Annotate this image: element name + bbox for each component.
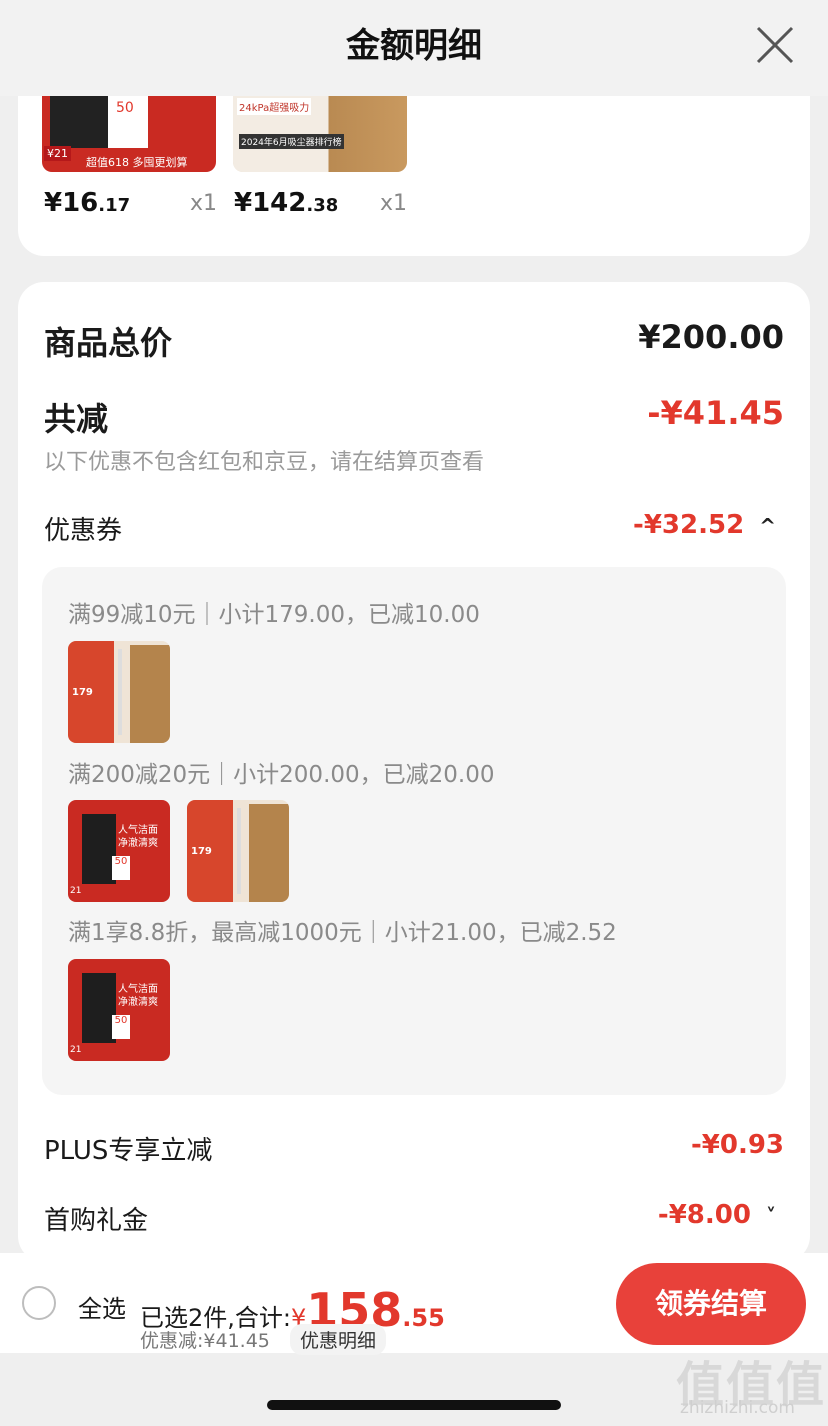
price-text: 21	[70, 1045, 82, 1055]
total-decimal: .55	[402, 1304, 445, 1332]
modal-header: 金额明细	[0, 0, 828, 96]
chevron-down-icon: ˅	[766, 1204, 776, 1228]
coupon-rule: 满99减10元｜小计179.00，已减10.00	[68, 602, 480, 628]
product-price: ¥16.17	[44, 188, 131, 218]
coupon-rule: 满1享8.8折，最高减1000元｜小计21.00，已减2.52	[68, 920, 617, 946]
discount-detail-button[interactable]: 优惠明细	[290, 1324, 387, 1355]
product-qty: x1	[380, 191, 408, 216]
checkout-button[interactable]: 领券结算	[616, 1263, 806, 1345]
coupon-product-cleanser[interactable]: 人气洁面 净澈清爽 50 21	[68, 959, 170, 1061]
coupon-product-vacuum[interactable]: 179	[187, 800, 289, 902]
total-value: ¥200.00	[638, 318, 784, 356]
footer-text: 超值618 多囤更划算	[86, 156, 188, 169]
first-gift-toggle[interactable]: -¥8.00 ˅	[658, 1200, 776, 1230]
badge-text: 50	[112, 1015, 130, 1039]
coupon-label: 优惠券	[44, 516, 123, 546]
chevron-up-icon: ^	[759, 514, 776, 538]
total-label: 商品总价	[44, 324, 173, 362]
price-detail-card: 商品总价 ¥200.00 共减 -¥41.45 以下优惠不包含红包和京豆，请在结…	[18, 282, 810, 1262]
feature-text: 24kPa超强吸力	[237, 98, 312, 115]
close-icon[interactable]	[754, 24, 796, 66]
badge-text: 50	[116, 100, 134, 116]
coupon-product-cleanser[interactable]: 人气洁面 净澈清爽 50 21	[68, 800, 170, 902]
select-all-checkbox[interactable]	[22, 1286, 56, 1320]
product-qty: x1	[190, 191, 218, 216]
price-text: 21	[70, 886, 82, 896]
reduce-label: 共减	[44, 400, 109, 438]
coupon-breakdown: 满99减10元｜小计179.00，已减10.00 179 满200减20元｜小计…	[42, 567, 786, 1095]
first-gift-label: 首购礼金	[44, 1206, 149, 1236]
product-card: 50 ¥21 超值618 多囤更划算 24kPa超强吸力 2024年6月吸尘器排…	[18, 96, 810, 256]
price-text: 179	[72, 687, 93, 698]
coupon-value: -¥32.52	[633, 510, 745, 540]
watermark-url: zhizhizhi.com	[680, 1398, 795, 1418]
discount-text: 优惠减:¥41.45	[140, 1330, 270, 1352]
checkout-bar: 全选 已选2件,合计:¥158.55 优惠减:¥41.45 优惠明细 领券结算	[0, 1253, 828, 1355]
badge-text: 50	[112, 856, 130, 880]
first-gift-value: -¥8.00	[657, 1200, 751, 1230]
product-thumb-cleanser[interactable]: 50 ¥21 超值618 多囤更划算	[42, 96, 216, 172]
coupon-product-vacuum[interactable]: 179	[68, 641, 170, 743]
coupon-rule: 满200减20元｜小计200.00，已减20.00	[68, 762, 495, 788]
promo-line: 人气洁面	[118, 984, 158, 995]
select-all-label[interactable]: 全选	[78, 1289, 126, 1324]
price-text: 179	[191, 846, 212, 857]
discount-note: 以下优惠不包含红包和京豆，请在结算页查看	[44, 450, 485, 475]
reduce-value: -¥41.45	[647, 394, 784, 432]
rank-text: 2024年6月吸尘器排行榜	[239, 134, 344, 149]
plus-label: PLUS专享立减	[44, 1136, 213, 1166]
product-thumb-vacuum[interactable]: 24kPa超强吸力 2024年6月吸尘器排行榜	[233, 96, 407, 172]
plus-value: -¥0.93	[690, 1130, 784, 1160]
coupon-toggle[interactable]: -¥32.52 ^	[633, 510, 776, 540]
price-tag: ¥21	[44, 146, 71, 161]
product-price: ¥142.38	[234, 188, 339, 218]
promo-line: 人气洁面	[118, 825, 158, 836]
promo-line: 净澈清爽	[118, 997, 158, 1008]
home-indicator[interactable]	[267, 1400, 561, 1410]
page-title: 金额明细	[346, 26, 482, 66]
promo-line: 净澈清爽	[118, 838, 158, 849]
